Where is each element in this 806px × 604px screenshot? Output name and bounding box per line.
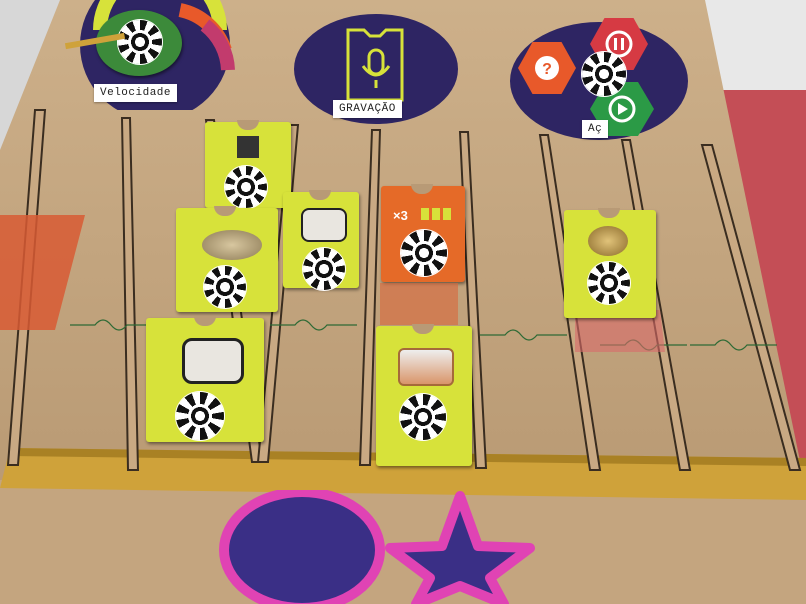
bass-drum-icon	[182, 338, 244, 384]
crash-cymbal-icon	[588, 226, 628, 256]
question-icon: ?	[535, 56, 559, 80]
sound-tile[interactable]	[176, 206, 278, 312]
tile-marker-icon	[225, 166, 267, 208]
star-shape-button[interactable]	[388, 496, 532, 604]
circle-shape-button[interactable]	[226, 498, 382, 604]
tile-marker-icon	[204, 266, 246, 308]
board-scene: Velocidade GRAVAÇÃO ? Aç ×3	[0, 0, 806, 604]
hi-hat-icon	[237, 136, 259, 158]
microphone-icon[interactable]	[340, 24, 410, 104]
sound-tile[interactable]	[564, 208, 656, 318]
speed-label: Velocidade	[94, 84, 178, 102]
play-icon	[608, 95, 636, 123]
cymbal-icon	[202, 230, 262, 260]
tile-marker-icon	[588, 262, 630, 304]
snare-drum-icon	[398, 348, 454, 386]
sound-tile[interactable]	[283, 190, 359, 290]
repeat-bar	[421, 208, 429, 220]
tile-marker-icon	[176, 392, 224, 440]
repeat-multiplier: ×3	[393, 208, 408, 223]
bass-drum-icon	[301, 208, 347, 242]
repeat-bar	[432, 208, 440, 220]
hatched-strip	[380, 283, 458, 325]
tile-marker-icon	[401, 230, 447, 276]
actions-label: Aç	[582, 120, 609, 138]
actions-marker-icon	[582, 52, 626, 96]
tile-marker-icon	[400, 394, 446, 440]
repeat-tile[interactable]: ×3	[381, 184, 465, 282]
recording-label: GRAVAÇÃO	[333, 100, 402, 118]
tile-marker-icon	[303, 248, 345, 290]
sound-tile[interactable]	[146, 316, 264, 442]
repeat-bar	[443, 208, 451, 220]
sound-tile[interactable]	[205, 120, 291, 208]
sound-tile[interactable]	[376, 324, 472, 466]
speed-marker-icon	[118, 20, 162, 64]
svg-text:?: ?	[542, 61, 552, 78]
